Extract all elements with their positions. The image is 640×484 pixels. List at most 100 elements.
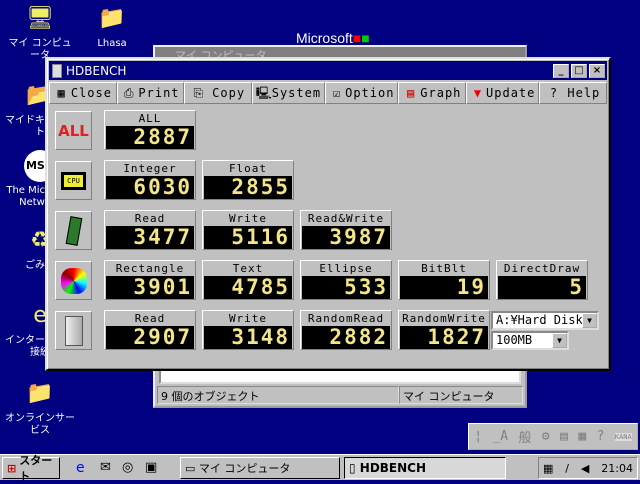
panel-score: 5116	[204, 226, 292, 249]
benchmark-panel: Rectangle 3901	[104, 260, 196, 300]
channels-icon[interactable]: ◎	[122, 460, 133, 475]
panel-label: Read	[134, 212, 166, 225]
ime-handle-icon[interactable]: ¦	[474, 429, 482, 444]
toolbar-label: Update	[486, 86, 536, 100]
maximize-button[interactable]: □	[571, 63, 587, 78]
panel-label: Rectangle	[115, 262, 185, 275]
desktop-icon[interactable]: 🖥 マイ コンピュータ	[5, 3, 75, 62]
panel-score: 2887	[106, 126, 194, 149]
cpu-icon[interactable]: CPU	[55, 161, 92, 200]
panel-label: Write	[228, 212, 268, 225]
scheduler-icon[interactable]: ▦	[543, 462, 553, 475]
chevron-down-icon[interactable]: ▼	[582, 313, 597, 328]
computer-icon: ▭	[185, 461, 199, 475]
clock[interactable]: 21:04	[601, 462, 633, 475]
size-select-value: 100MB	[496, 333, 533, 347]
all-icon[interactable]: ALL	[55, 111, 92, 150]
benchmark-panel: Ellipse 533	[300, 260, 392, 300]
folder-shortcut-icon: 📁	[98, 6, 126, 31]
task-my-computer[interactable]: ▭ マイ コンピュータ	[180, 457, 340, 479]
panel-score: 3148	[204, 326, 292, 349]
benchmark-panel: Write 3148	[202, 310, 294, 350]
pen-icon[interactable]: /	[565, 462, 569, 475]
folder-icon: 📁	[26, 381, 54, 406]
task-hdbench[interactable]: ▯ HDBENCH	[344, 457, 506, 479]
ime-conversion-icon[interactable]: 般	[519, 427, 532, 446]
panel-score: 5	[498, 276, 586, 299]
memory-icon[interactable]	[55, 211, 92, 250]
panel-label: BitBlt	[421, 262, 467, 275]
ime-pad-icon[interactable]: ▤	[560, 429, 568, 444]
toolbar-help-button[interactable]: ? Help	[539, 82, 607, 104]
graph-icon: ▤	[406, 86, 416, 100]
drive-select[interactable]: A:¥Hard Disk ▼	[491, 311, 599, 330]
benchmark-panel: Write 5116	[202, 210, 294, 250]
toolbar-print-button[interactable]: ⎙ Print	[116, 82, 185, 104]
printer-icon: ⎙	[123, 86, 135, 100]
toolbar-label: Help	[567, 86, 601, 100]
panel-score: 2907	[106, 326, 194, 349]
title-bar[interactable]: HDBENCH _ □ ×	[49, 61, 607, 80]
ime-help-icon[interactable]: ?	[597, 429, 605, 444]
benchmark-panel: Read&Write 3987	[300, 210, 392, 250]
chevron-down-icon[interactable]: ▼	[552, 333, 567, 348]
benchmark-panel: ALL 2887	[104, 110, 196, 150]
toolbar-system-button[interactable]: 🖳 System	[251, 82, 326, 104]
ime-kana-indicator[interactable]: KANA	[614, 432, 632, 441]
panel-score: 1827	[400, 326, 488, 349]
panel-label: Text	[232, 262, 264, 275]
toolbar-option-button[interactable]: ☑ Option	[325, 82, 399, 104]
close-button[interactable]: ×	[589, 63, 605, 78]
size-select[interactable]: 100MB ▼	[491, 331, 569, 350]
ime-toolbar[interactable]: ¦ _A 般 ⚙ ▤ ▦? KANA	[468, 423, 638, 450]
ime-dictionary-icon[interactable]: ▦	[578, 429, 586, 444]
window-title: HDBENCH	[66, 63, 127, 78]
outlook-express-icon[interactable]: ✉	[100, 460, 111, 475]
new-update-icon: ▼	[473, 86, 483, 100]
benchmark-panel: DirectDraw 5	[496, 260, 588, 300]
benchmark-panel: Text 4785	[202, 260, 294, 300]
ime-input-mode-icon[interactable]: _A	[492, 429, 508, 444]
panel-score: 4785	[204, 276, 292, 299]
status-object-count: 9 個のオブジェクト	[157, 386, 399, 404]
toolbar-graph-button[interactable]: ▤ Graph	[398, 82, 467, 104]
volume-icon[interactable]: ◀	[581, 462, 589, 475]
toolbar-update-button[interactable]: ▼ Update	[466, 82, 540, 104]
panel-label: Ellipse	[319, 262, 373, 275]
desktop-icon-label: オンラインサービス	[5, 413, 75, 436]
close-calendar-icon: ▦	[57, 86, 66, 100]
start-button[interactable]: ⊞ スタート	[2, 454, 60, 483]
start-label: スタート	[19, 454, 53, 483]
system-tray: ▦ / ◀ 21:04	[538, 457, 638, 479]
windows-logo-icon: ⊞	[7, 461, 17, 475]
panel-score: 19	[400, 276, 488, 299]
hdbench-window[interactable]: HDBENCH _ □ × ▦ Close ⎙ Print ⎘ Copy 🖳 System ☑ O…	[45, 57, 611, 371]
panel-score: 2882	[302, 326, 390, 349]
benchmark-panel: RandomRead 2882	[300, 310, 392, 350]
panel-label: ALL	[138, 112, 162, 125]
video-icon[interactable]	[55, 261, 92, 300]
ime-settings-icon[interactable]: ⚙	[542, 429, 550, 444]
desktop-icon[interactable]: 📁 Lhasa	[77, 3, 147, 50]
app-icon	[52, 63, 62, 78]
icon-text: CPU	[61, 171, 86, 190]
toolbar-label: Copy	[212, 86, 246, 100]
desktop-icon[interactable]: 📁 オンラインサービス	[5, 378, 75, 437]
panel-label: Read&Write	[307, 212, 385, 225]
toolbar-close-button[interactable]: ▦ Close	[49, 82, 117, 104]
panel-score: 3477	[106, 226, 194, 249]
panel-score: 3987	[302, 226, 390, 249]
panel-label: DirectDraw	[503, 262, 581, 275]
help-icon: ?	[549, 86, 559, 100]
task-label: HDBENCH	[359, 461, 427, 475]
panel-label: Write	[228, 312, 268, 325]
task-label: マイ コンピュータ	[198, 462, 291, 475]
minimize-button[interactable]: _	[553, 63, 569, 78]
desktop-icon-label: Lhasa	[97, 38, 127, 49]
internet-explorer-icon[interactable]: e	[76, 460, 85, 476]
benchmark-panel: Float 2855	[202, 160, 294, 200]
drive-icon[interactable]	[55, 311, 92, 350]
toolbar-label: Graph	[420, 86, 462, 100]
toolbar-copy-button[interactable]: ⎘ Copy	[184, 82, 252, 104]
show-desktop-icon[interactable]: ▣	[145, 460, 157, 475]
